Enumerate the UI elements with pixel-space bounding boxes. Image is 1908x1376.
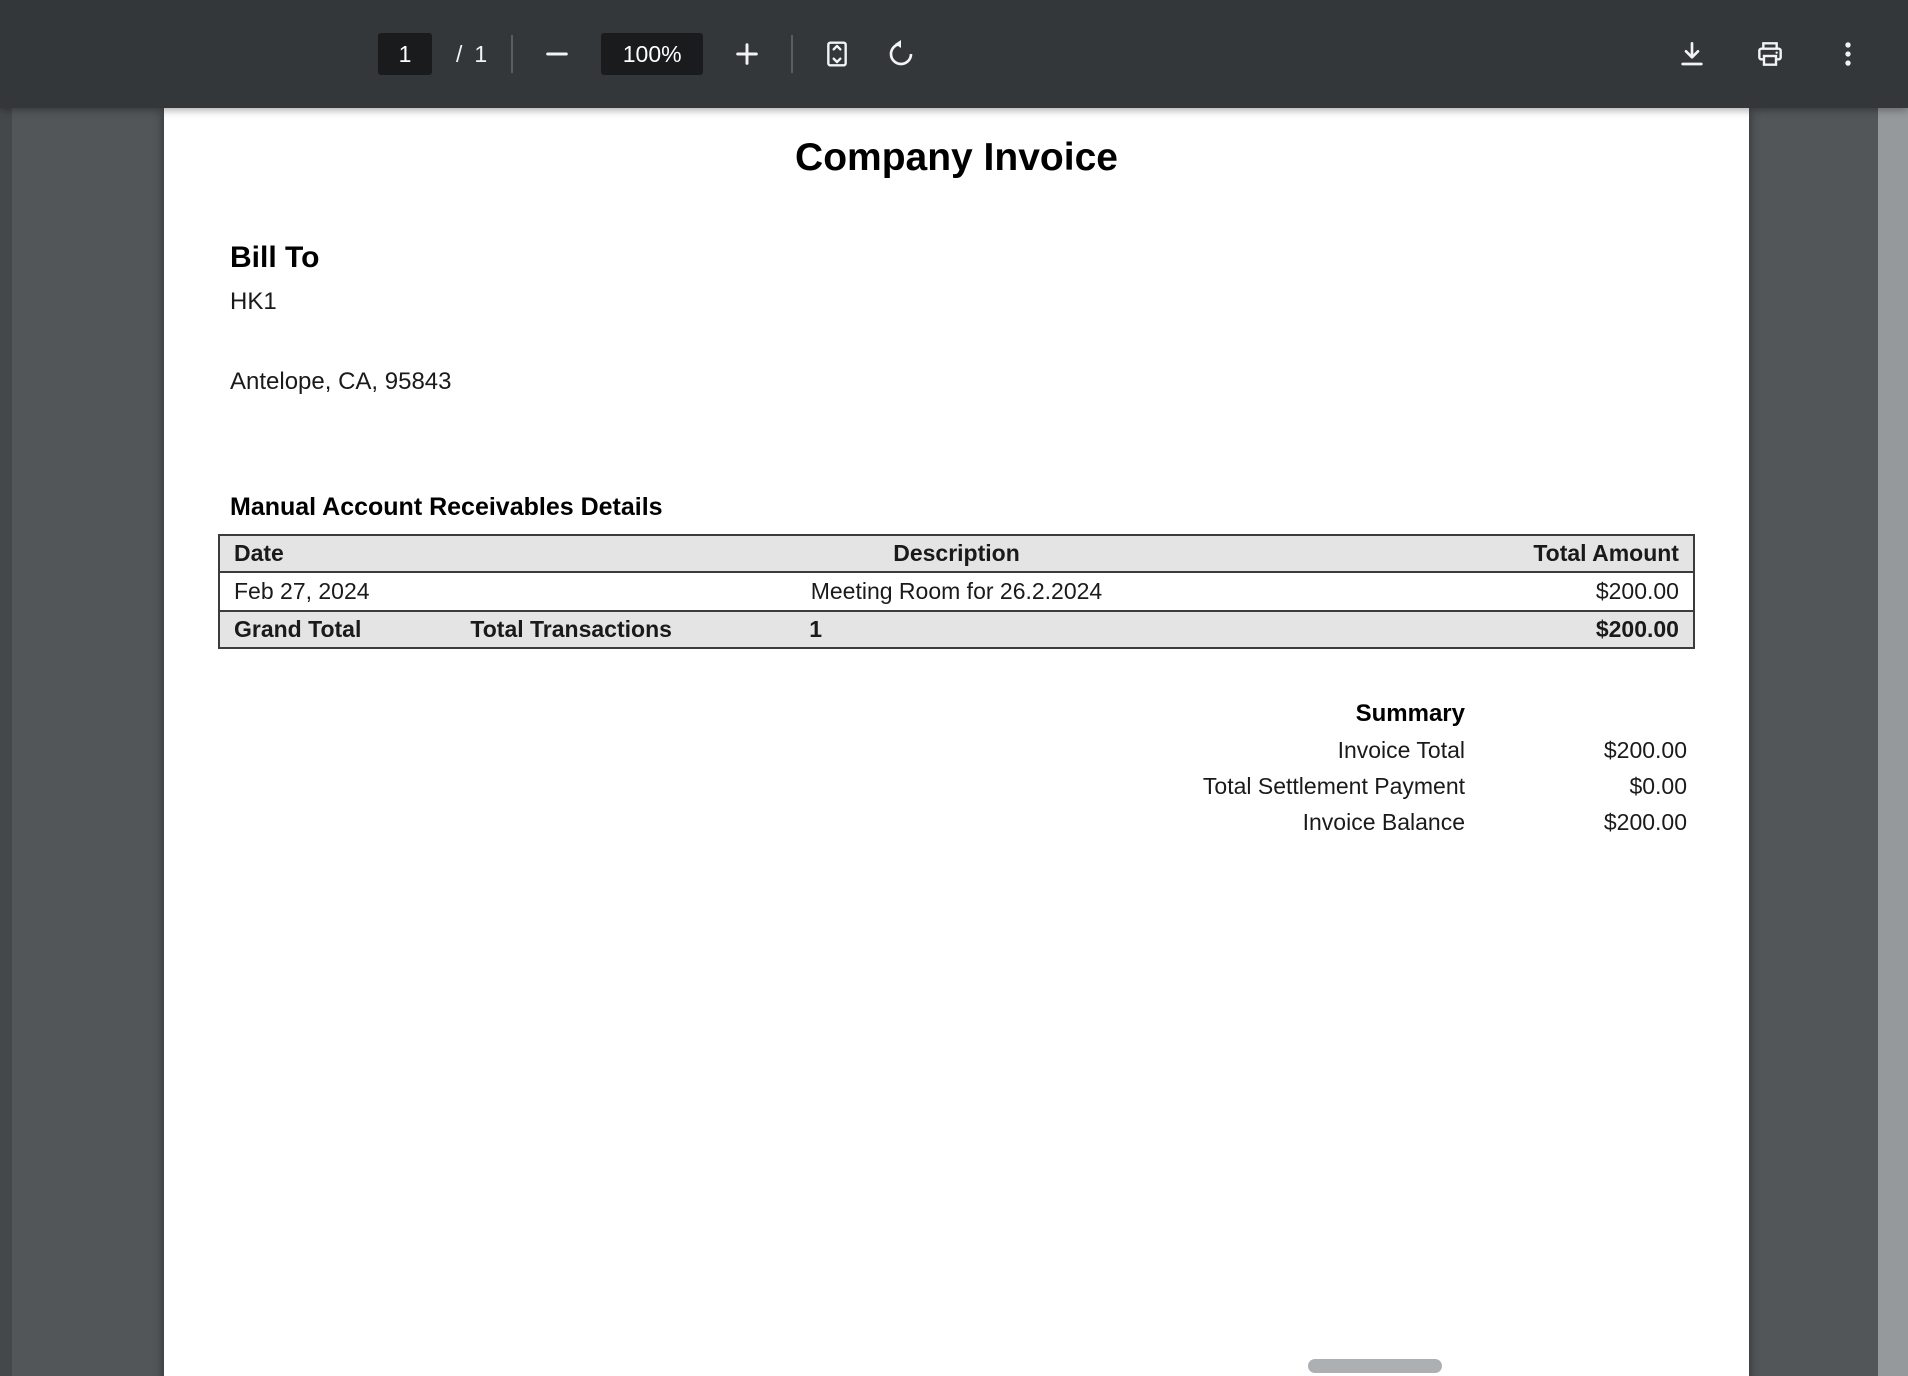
pdf-toolbar: / 1 100% <box>0 0 1908 108</box>
zoom-out-button[interactable] <box>537 34 577 74</box>
page-count: / 1 <box>456 41 487 68</box>
summary-row-label: Invoice Balance <box>1203 808 1465 836</box>
more-options-button[interactable] <box>1828 34 1868 74</box>
grand-total-row: Grand Total Total Transactions 1 $200.00 <box>220 610 1693 647</box>
total-transactions-label: Total Transactions <box>470 616 809 643</box>
summary-row-value: $200.00 <box>1465 808 1687 836</box>
rotate-button[interactable] <box>881 34 921 74</box>
cell-description: Meeting Room for 26.2.2024 <box>544 578 1369 605</box>
invoice-title: Company Invoice <box>164 136 1749 180</box>
toolbar-center-controls: / 1 100% <box>378 0 921 108</box>
column-header-total-amount: Total Amount <box>1369 540 1693 567</box>
rotate-ccw-icon <box>885 38 917 70</box>
vertical-scrollbar-thumb[interactable] <box>1878 108 1908 1376</box>
summary-row-value: $0.00 <box>1465 772 1687 800</box>
pdf-viewer[interactable]: Company Invoice Bill To HK1 Antelope, CA… <box>0 108 1908 1376</box>
summary-row-value: $200.00 <box>1465 736 1687 764</box>
receivables-heading: Manual Account Receivables Details <box>230 492 1695 522</box>
download-button[interactable] <box>1672 34 1712 74</box>
page-number-input[interactable] <box>378 33 432 75</box>
summary-row-label: Invoice Total <box>1203 736 1465 764</box>
bill-to-address: Antelope, CA, 95843 <box>230 368 1683 396</box>
fit-page-icon <box>821 38 853 70</box>
horizontal-scrollbar-thumb[interactable] <box>1308 1359 1442 1373</box>
toolbar-divider <box>791 35 793 73</box>
table-header-row: Date Description Total Amount <box>220 536 1693 573</box>
toolbar-right-controls <box>1672 0 1868 108</box>
cell-total-amount: $200.00 <box>1369 578 1693 605</box>
table-row: Feb 27, 2024 Meeting Room for 26.2.2024 … <box>220 573 1693 610</box>
grand-total-label: Grand Total <box>220 616 470 643</box>
minus-icon <box>541 38 573 70</box>
column-header-description: Description <box>544 540 1369 567</box>
toolbar-divider <box>511 35 513 73</box>
page-total-value: 1 <box>474 41 487 68</box>
zoom-in-button[interactable] <box>727 34 767 74</box>
receivables-section: Manual Account Receivables Details Date … <box>218 492 1695 649</box>
page-separator: / <box>456 41 462 68</box>
receivables-table: Date Description Total Amount Feb 27, 20… <box>218 534 1695 649</box>
summary-heading: Summary <box>1203 699 1465 728</box>
print-icon <box>1754 38 1786 70</box>
print-button[interactable] <box>1750 34 1790 74</box>
summary-row-label: Total Settlement Payment <box>1203 772 1465 800</box>
bill-to-name: HK1 <box>230 288 1683 316</box>
download-icon <box>1676 38 1708 70</box>
bill-to-section: Bill To HK1 Antelope, CA, 95843 <box>230 240 1683 396</box>
zoom-level[interactable]: 100% <box>601 33 703 75</box>
pdf-page: Company Invoice Bill To HK1 Antelope, CA… <box>164 108 1749 1376</box>
bill-to-heading: Bill To <box>230 240 1683 276</box>
plus-icon <box>731 38 763 70</box>
kebab-menu-icon <box>1832 38 1864 70</box>
grand-total-amount: $200.00 <box>1369 616 1693 643</box>
total-transactions-value: 1 <box>809 616 1369 643</box>
window-left-edge <box>0 108 12 1376</box>
cell-date: Feb 27, 2024 <box>220 578 544 605</box>
column-header-date: Date <box>220 540 544 567</box>
invoice-summary: Summary Invoice Total $200.00 Total Sett… <box>164 699 1687 836</box>
fit-to-page-button[interactable] <box>817 34 857 74</box>
